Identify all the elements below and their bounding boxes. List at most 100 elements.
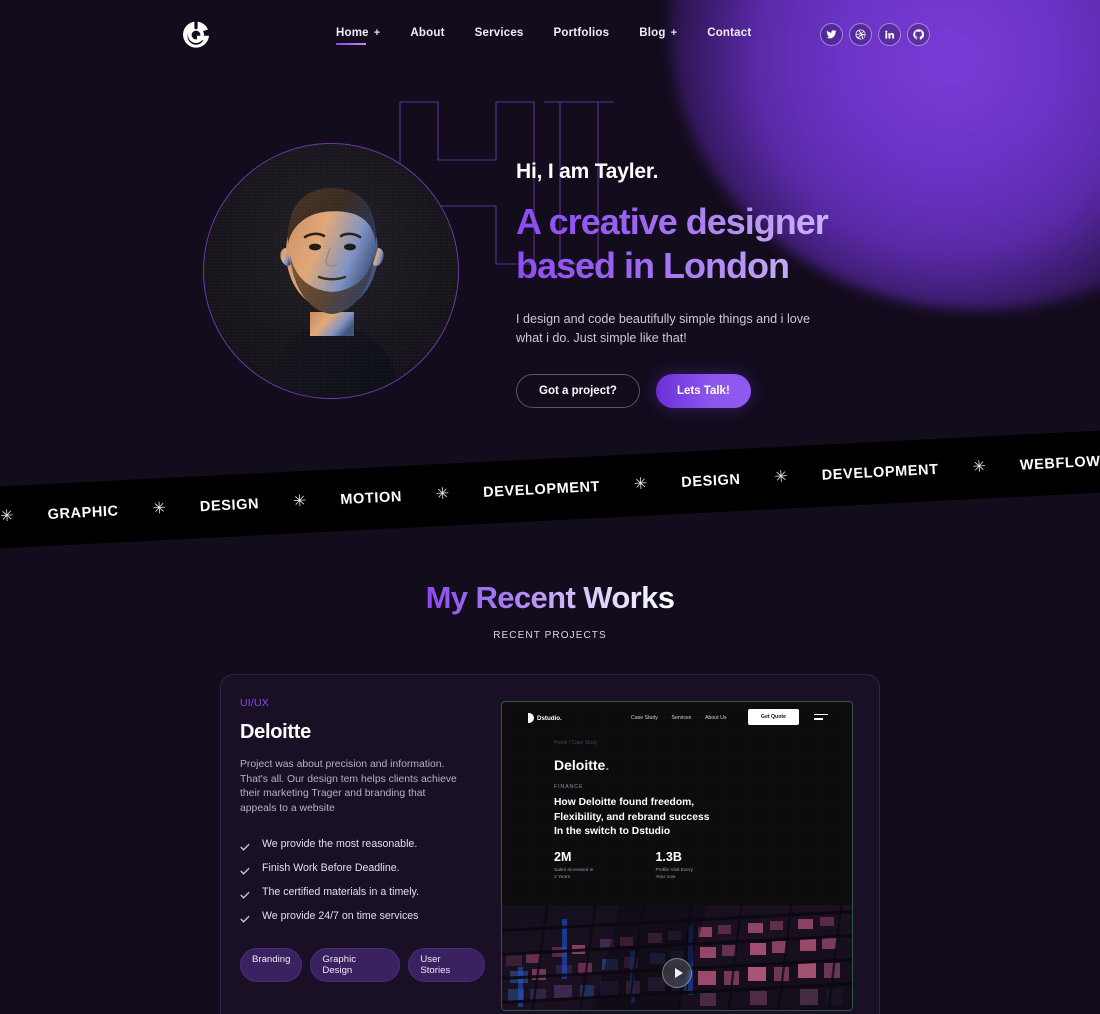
preview-nav-item[interactable]: Services: [672, 715, 692, 721]
list-item: We provide the most reasonable.: [240, 838, 485, 852]
plus-icon: +: [373, 27, 381, 39]
asterisk-icon: ✳: [152, 499, 167, 518]
preview-logo-mark: [528, 713, 534, 723]
preview-navbar: Dstudio. Case Study · Services · About U…: [502, 702, 852, 734]
feature-label: The certified materials in a timely.: [262, 886, 419, 899]
hero-headline: A creative designer based in London: [516, 200, 936, 288]
brand-logo[interactable]: [178, 17, 214, 53]
preview-headline: How Deloitte found freedom, Flexibility,…: [554, 797, 710, 837]
social-link-twitter[interactable]: [820, 23, 843, 46]
preview-category-label: FINANCE: [554, 784, 584, 790]
marquee-word: DEVELOPMENT: [821, 461, 940, 484]
social-links: [820, 23, 930, 46]
asterisk-icon: ✳: [292, 492, 307, 511]
separator-dot: ·: [697, 715, 700, 721]
works-header: My Recent Works RECENT PROJECTS: [0, 580, 1100, 641]
top-navigation: Home + About Services Portfolios Blog +: [0, 0, 1100, 72]
social-link-dribbble[interactable]: [849, 23, 872, 46]
social-link-github[interactable]: [907, 23, 930, 46]
hamburger-menu-icon[interactable]: [814, 714, 828, 723]
project-tags: Branding Graphic Design User Stories: [240, 948, 485, 983]
feature-label: Finish Work Before Deadline.: [262, 862, 400, 875]
project-preview[interactable]: Dstudio. Case Study · Services · About U…: [501, 701, 853, 1011]
portfolio-page: Home + About Services Portfolios Blog +: [0, 0, 1100, 1014]
marquee-word: DEVELOPMENT: [482, 478, 601, 501]
stat-value: 1.3B: [655, 850, 682, 864]
list-item: We provide 24/7 on time services: [240, 910, 485, 924]
twitter-icon: [826, 30, 837, 39]
preview-logo: Dstudio.: [528, 713, 562, 723]
nav-item-services[interactable]: Services: [475, 27, 524, 43]
tag-user-stories[interactable]: User Stories: [408, 948, 485, 983]
asterisk-icon: ✳: [633, 475, 648, 494]
nav-item-blog[interactable]: Blog +: [639, 27, 677, 43]
list-item: Finish Work Before Deadline.: [240, 862, 485, 876]
stat-value: 2M: [554, 850, 572, 864]
asterisk-icon: ✳: [0, 507, 15, 526]
play-icon: [674, 968, 683, 978]
tag-graphic-design[interactable]: Graphic Design: [310, 948, 401, 983]
hero-greeting: Hi, I am Tayler.: [516, 160, 659, 183]
nav-links: Home + About Services Portfolios Blog +: [336, 27, 751, 45]
feature-label: We provide the most reasonable.: [262, 838, 418, 851]
feature-label: We provide 24/7 on time services: [262, 910, 419, 923]
hero-section: Home + About Services Portfolios Blog +: [0, 0, 1100, 440]
asterisk-icon: ✳: [435, 485, 450, 504]
preview-logo-label: Dstudio.: [537, 714, 562, 722]
nav-item-about[interactable]: About: [410, 27, 444, 43]
hero-subtext: I design and code beautifully simple thi…: [516, 312, 811, 345]
marquee-word: WEBFLOW: [1019, 453, 1100, 474]
check-icon: [240, 887, 250, 900]
stat-caption: Sales Increased in 2 Years: [554, 868, 594, 880]
dribbble-icon: [855, 29, 866, 40]
lets-talk-button[interactable]: Lets Talk!: [655, 374, 751, 408]
project-details: UI/UX Deloitte Project was about precisi…: [240, 697, 485, 1014]
project-description: Project was about precision and informat…: [240, 759, 457, 814]
asterisk-icon: ✳: [972, 458, 987, 477]
preview-brand-title: Deloitte.: [554, 757, 609, 773]
avatar: [203, 143, 459, 399]
nav-item-label: Blog: [639, 27, 666, 39]
project-title: Deloitte: [240, 721, 311, 743]
preview-brand-name: Deloitte: [554, 757, 606, 773]
marquee-word: DESIGN: [199, 496, 260, 516]
hero-content: Hi, I am Tayler. A creative designer bas…: [516, 160, 936, 408]
preview-cityscape-photo: [502, 905, 852, 1010]
preview-nav-links: Case Study · Services · About Us: [631, 715, 726, 721]
got-a-project-button[interactable]: Got a project?: [516, 374, 640, 408]
preview-breadcrumb: Home / Case Study: [554, 740, 598, 746]
nav-item-label: Services: [474, 27, 524, 39]
stat-item: 2M Sales Increased in 2 Years: [554, 850, 593, 881]
preview-brand-dot: .: [605, 757, 610, 773]
check-icon: [240, 911, 250, 924]
marquee-word: MOTION: [340, 489, 403, 509]
project-card: UI/UX Deloitte Project was about precisi…: [220, 674, 880, 1014]
nav-item-portfolios[interactable]: Portfolios: [554, 27, 610, 43]
check-icon: [240, 839, 250, 852]
linkedin-icon: [885, 30, 895, 39]
separator-dot: ·: [663, 715, 666, 721]
preview-stats: 2M Sales Increased in 2 Years 1.3B Profi…: [554, 850, 693, 881]
hero-buttons: Got a project? Lets Talk!: [516, 374, 936, 408]
nav-item-label: About: [410, 27, 445, 39]
check-icon: [240, 863, 250, 876]
nav-item-label: Home: [336, 27, 369, 39]
social-link-linkedin[interactable]: [878, 23, 901, 46]
list-item: The certified materials in a timely.: [240, 886, 485, 900]
play-button[interactable]: [662, 958, 692, 988]
skills-marquee: LOW ✳ GRAPHIC ✳ DESIGN ✳ MOTION ✳ DEVELO…: [0, 410, 1100, 580]
stat-caption: Profile Visit Every Year now: [655, 868, 693, 880]
nav-item-contact[interactable]: Contact: [707, 27, 751, 43]
preview-nav-item[interactable]: About Us: [705, 715, 726, 721]
preview-nav-item[interactable]: Case Study: [631, 715, 658, 721]
nav-item-label: Portfolios: [553, 27, 610, 39]
marquee-word: DESIGN: [680, 471, 741, 491]
plus-icon: +: [670, 27, 678, 39]
nav-item-home[interactable]: Home +: [336, 27, 381, 45]
tag-branding[interactable]: Branding: [240, 948, 303, 983]
get-quote-button[interactable]: Get Quote: [747, 709, 799, 725]
stat-item: 1.3B Profile Visit Every Year now: [655, 850, 693, 881]
asterisk-icon: ✳: [773, 468, 789, 487]
marquee-band: LOW ✳ GRAPHIC ✳ DESIGN ✳ MOTION ✳ DEVELO…: [0, 425, 1100, 553]
marquee-word: GRAPHIC: [47, 503, 120, 523]
